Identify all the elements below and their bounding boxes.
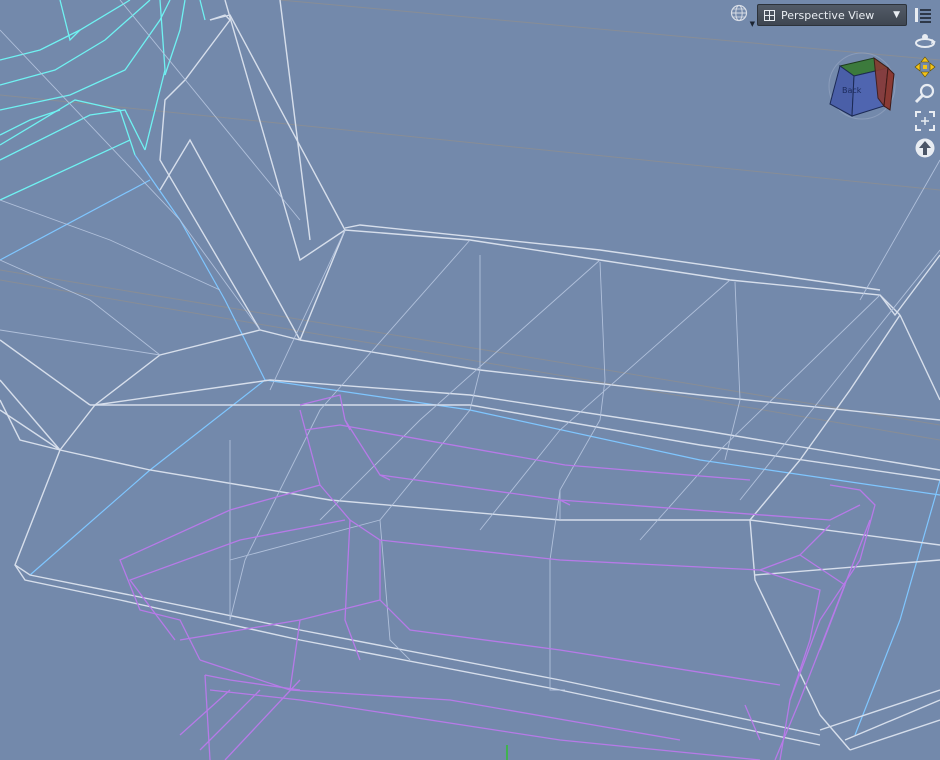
- viewport-menu-button[interactable]: [913, 6, 933, 24]
- cyan-mesh: [0, 0, 206, 201]
- frame-button[interactable]: [913, 111, 937, 135]
- caret-down-icon: ▼: [749, 20, 755, 28]
- zoom-icon: [914, 83, 936, 109]
- view-cube[interactable]: Back: [822, 48, 902, 128]
- purple-mesh: [119, 394, 876, 760]
- 3d-viewport[interactable]: [0, 0, 940, 760]
- globe-icon: [730, 4, 748, 26]
- view-name-label: Perspective View: [781, 8, 875, 22]
- cube-face-label: Back: [842, 86, 862, 95]
- zoom-button[interactable]: [913, 83, 937, 109]
- scene-wireframe: [0, 0, 940, 760]
- menu-lines-icon: [913, 8, 933, 28]
- mesh-detail: [0, 0, 940, 691]
- viewport-toolbar: ▼ Perspective View ▼: [727, 3, 907, 28]
- frame-icon: [914, 110, 936, 136]
- reset-icon: [914, 137, 936, 163]
- reset-view-button[interactable]: [913, 138, 937, 162]
- chevron-down-icon: ▼: [893, 10, 900, 20]
- pan-button[interactable]: [913, 56, 937, 82]
- orbit-button[interactable]: [913, 30, 937, 54]
- orbit-icon: [914, 30, 936, 54]
- view-cube-graphic: [828, 52, 896, 120]
- navigation-tools: [912, 30, 938, 165]
- pan-icon: [914, 56, 936, 82]
- viewport-grid-icon: [764, 9, 775, 21]
- display-options-button[interactable]: ▼: [727, 4, 755, 28]
- blue-edges: [0, 154, 940, 736]
- view-selector-dropdown[interactable]: Perspective View ▼: [757, 4, 907, 26]
